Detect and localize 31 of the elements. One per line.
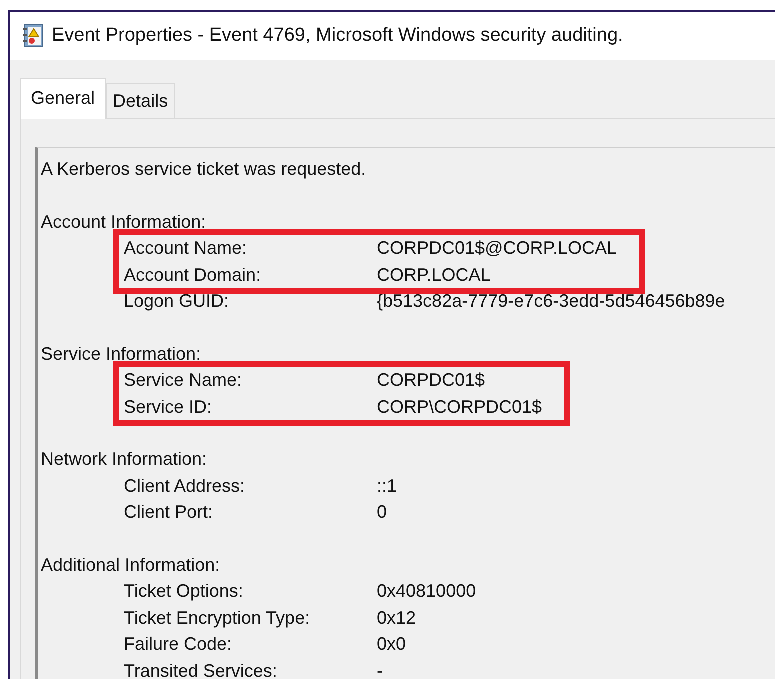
field-value: {b513c82a-7779-e7c6-3edd-5d546456b89e [377,290,726,314]
event-log-icon [22,24,44,48]
section-heading: Service Information: [41,342,202,366]
field-value: - [377,660,383,679]
field-label: Client Port: [124,501,214,524]
field-label: Ticket Encryption Type: [124,606,312,630]
field-value: CORP\CORPDC01$ [377,396,542,419]
field-value: 0 [377,501,388,524]
field-label: Service ID: [124,396,214,419]
field-label: Logon GUID: [124,290,230,314]
section-heading: Account Information: [41,210,208,234]
field-label: Failure Code: [124,633,234,656]
field-label: Account Name: [124,237,248,260]
field-value: ::1 [377,474,398,498]
tab[interactable]: Details [106,83,176,118]
field-value: CORP.LOCAL [377,264,491,287]
section-heading: Additional Information: [41,554,222,578]
field-value: 0x12 [377,606,416,630]
field-label: Service Name: [124,369,244,392]
section-heading: Network Information: [41,448,208,472]
summary-text: A Kerberos service ticket was requested. [41,158,368,181]
field-value: CORPDC01$@CORP.LOCAL [377,237,618,260]
field-label: Client Address: [124,474,246,498]
field-label: Ticket Options: [124,580,244,604]
field-value: 0x0 [377,633,406,656]
window-title: Event Properties - Event 4769, Microsoft Windows security auditing. [52,24,624,48]
field-value: 0x40810000 [377,580,476,604]
field-label: Transited Services: [124,660,278,679]
tab[interactable]: General [20,78,106,119]
field-label: Account Domain: [124,264,262,287]
field-value: CORPDC01$ [377,369,486,392]
